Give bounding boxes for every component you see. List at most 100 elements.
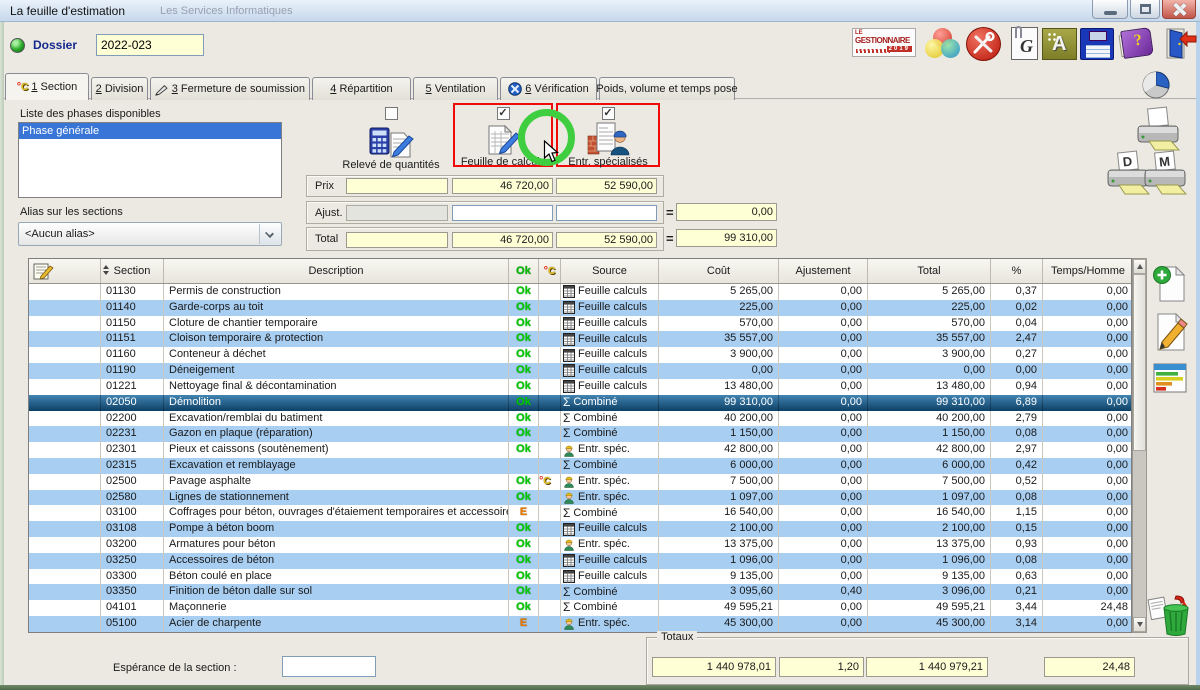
table-row[interactable]: 03100Coffrages pour béton, ouvrages d'ét…: [29, 505, 1131, 521]
releve-checkbox[interactable]: [385, 107, 398, 120]
header-ajustement[interactable]: Ajustement: [779, 259, 868, 283]
table-row[interactable]: 02231Gazon en plaque (réparation)OkΣComb…: [29, 426, 1131, 442]
cell-section: 01151: [101, 331, 164, 347]
table-row[interactable]: 01221Nettoyage final & décontaminationOk…: [29, 379, 1131, 395]
header-description[interactable]: Description: [164, 259, 509, 283]
alias-combobox[interactable]: <Aucun alias>: [18, 222, 282, 246]
grid-settings-icon: [33, 263, 55, 280]
cell-badge: [539, 316, 561, 332]
table-row[interactable]: 01190DéneigementOkFeuille calculs0,000,0…: [29, 363, 1131, 379]
cell-total: 0,00: [868, 363, 991, 379]
cell-marker: [29, 284, 101, 300]
cell-source: Feuille calculs: [561, 569, 659, 585]
table-row[interactable]: 02315Excavation et remblayageΣCombiné6 0…: [29, 458, 1131, 474]
table-row[interactable]: 01130Permis de constructionOkFeuille cal…: [29, 284, 1131, 300]
tab-section[interactable]: °C 1 Section: [5, 73, 89, 100]
table-row[interactable]: 04101MaçonnerieOkΣCombiné49 595,210,0049…: [29, 600, 1131, 616]
tab-ventilation[interactable]: 5 Ventilation: [413, 77, 498, 100]
esperance-input[interactable]: [282, 656, 376, 677]
help-book-button[interactable]: ?: [1118, 27, 1156, 60]
table-row[interactable]: 02301Pieux et caissons (soutènement)OkEn…: [29, 442, 1131, 458]
maximize-button[interactable]: [1130, 0, 1160, 19]
exit-door-button[interactable]: [1160, 27, 1197, 60]
table-row[interactable]: 03300Béton coulé en placeOkFeuille calcu…: [29, 569, 1131, 585]
save-button[interactable]: [1080, 28, 1114, 60]
print-summary-button[interactable]: M: [1140, 150, 1192, 202]
cell-marker: [29, 474, 101, 490]
table-row[interactable]: 01140Garde-corps au toitOkFeuille calcul…: [29, 300, 1131, 316]
table-row[interactable]: 02050DémolitionOkΣCombiné99 310,000,0099…: [29, 395, 1131, 411]
table-row[interactable]: 01160Conteneur à déchetOkFeuille calculs…: [29, 347, 1131, 363]
header-cout[interactable]: Coût: [659, 259, 779, 283]
header-badge[interactable]: °C: [539, 259, 561, 283]
table-header[interactable]: Section Description Ok °C Source Coût Aj…: [29, 259, 1131, 284]
table-row[interactable]: 02500Pavage asphalteOk°CEntr. spéc.7 500…: [29, 474, 1131, 490]
cell-pct: 0,52: [991, 474, 1043, 490]
table-row[interactable]: 05100Acier de charpenteEEntr. spéc.45 30…: [29, 616, 1131, 632]
tab-fermeture[interactable]: 3 Fermeture de soumission: [150, 77, 310, 100]
header-ok[interactable]: Ok: [509, 259, 539, 283]
a-letter: A: [1052, 33, 1066, 56]
tab-repartition[interactable]: 4 Répartition: [312, 77, 411, 100]
tools-button[interactable]: [966, 27, 1001, 61]
header-source[interactable]: Source: [561, 259, 659, 283]
cell-source: Feuille calculs: [561, 363, 659, 379]
cell-badge: [539, 379, 561, 395]
scrollbar-thumb[interactable]: [1133, 274, 1146, 451]
table-row[interactable]: 02200Excavation/remblai du batimentOkΣCo…: [29, 411, 1131, 427]
edit-section-button[interactable]: [1150, 312, 1190, 352]
gestionnaire-logo[interactable]: LE GESTIONNAIRE 2019: [852, 28, 916, 57]
scroll-down-button[interactable]: [1133, 617, 1146, 632]
ajust-field-2[interactable]: [452, 205, 553, 221]
tab-division[interactable]: 2 Division: [91, 77, 148, 100]
tab-verification[interactable]: 6 Vérification: [500, 77, 597, 100]
scroll-up-button[interactable]: [1133, 259, 1146, 274]
cell-total: 1 097,00: [868, 490, 991, 506]
table-scrollbar[interactable]: [1132, 258, 1147, 633]
ajust-field-3[interactable]: [556, 205, 657, 221]
prix-field-2[interactable]: 46 720,00: [452, 178, 553, 194]
header-section[interactable]: Section: [101, 259, 164, 283]
tab-poids-volume[interactable]: Poids, volume et temps pose: [599, 77, 735, 100]
cell-badge: [539, 458, 561, 474]
table-row[interactable]: 03250Accessoires de bétonOkFeuille calcu…: [29, 553, 1131, 569]
add-section-button[interactable]: [1150, 264, 1190, 304]
entr-checkbox[interactable]: ✓: [602, 107, 615, 120]
close-button[interactable]: [1162, 0, 1196, 19]
header-temps[interactable]: Temps/Homme: [1043, 259, 1133, 283]
total-field-2[interactable]: 46 720,00: [452, 232, 553, 248]
header-total[interactable]: Total: [868, 259, 991, 283]
phases-listbox[interactable]: Phase générale: [18, 122, 282, 198]
chart-report-button[interactable]: [1152, 360, 1188, 396]
feuille-checkbox[interactable]: ✓: [497, 107, 510, 120]
cell-ok: Ok: [509, 521, 539, 537]
table-row[interactable]: 03350Finition de béton dalle sur solOkΣC…: [29, 584, 1131, 600]
dossier-input[interactable]: [96, 34, 204, 56]
cell-cout: 1 150,00: [659, 426, 779, 442]
pie-chart-icon[interactable]: [1141, 70, 1173, 100]
title-bar[interactable]: La feuille d'estimation Les Services Inf…: [0, 0, 1200, 22]
total-field-3[interactable]: 52 590,00: [556, 232, 657, 248]
spellcheck-button[interactable]: A: [1042, 28, 1077, 60]
sigma-icon: Σ: [563, 395, 570, 411]
sort-icon[interactable]: [103, 265, 109, 275]
g-report-button[interactable]: G: [1011, 27, 1038, 60]
header-grid-icon-cell[interactable]: [29, 259, 101, 283]
releve-quantites-button[interactable]: Relevé de quantités: [330, 103, 452, 167]
cell-source: ΣCombiné: [561, 411, 659, 427]
prix-field-1[interactable]: [346, 178, 448, 194]
delete-section-button[interactable]: [1146, 592, 1192, 636]
color-wheel-icon[interactable]: [925, 28, 961, 60]
total-field-1[interactable]: [346, 232, 448, 248]
printer-letter-m: M: [1158, 154, 1170, 170]
table-row[interactable]: 01151Cloison temporaire & protectionOkFe…: [29, 331, 1131, 347]
table-row[interactable]: 02580Lignes de stationnementOkEntr. spéc…: [29, 490, 1131, 506]
prix-field-3[interactable]: 52 590,00: [556, 178, 657, 194]
table-row[interactable]: 01150Cloture de chantier temporaireOkFeu…: [29, 316, 1131, 332]
table-row[interactable]: 03200Armatures pour bétonOkEntr. spéc.13…: [29, 537, 1131, 553]
minimize-button[interactable]: [1092, 0, 1128, 19]
header-pct[interactable]: %: [991, 259, 1043, 283]
table-row[interactable]: 03108Pompe à béton boomOkFeuille calculs…: [29, 521, 1131, 537]
combo-dropdown-button[interactable]: [259, 224, 280, 244]
phase-item-selected[interactable]: Phase générale: [19, 123, 281, 139]
